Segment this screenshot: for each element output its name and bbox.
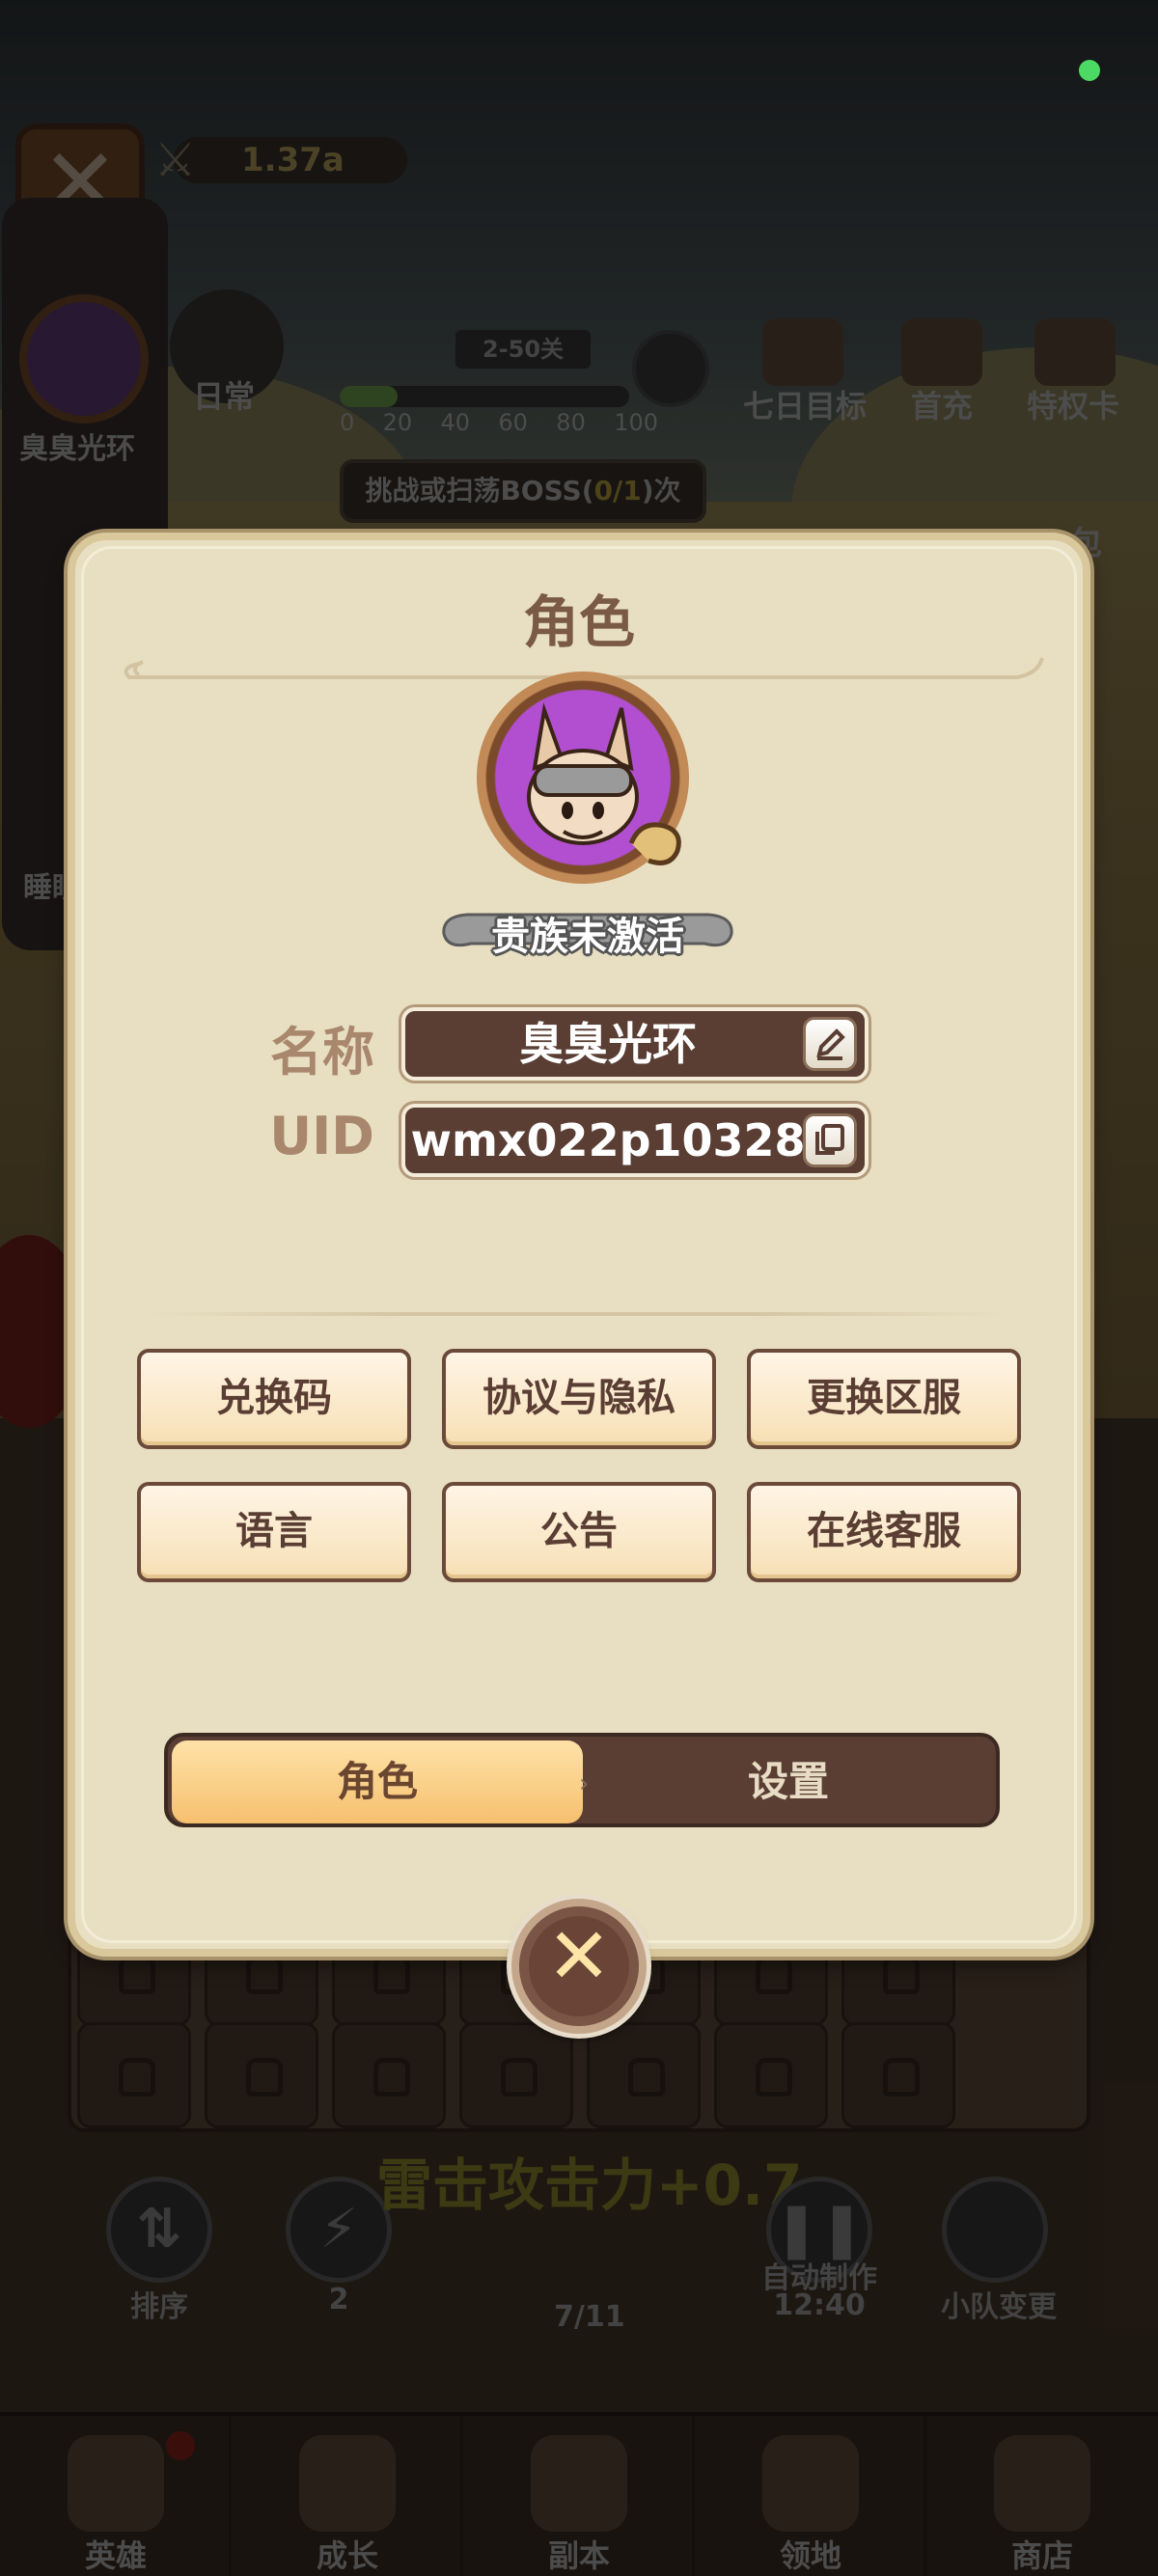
close-icon: ✕ [546, 1911, 612, 2001]
redeem-code-button[interactable]: 兑换码 [137, 1349, 411, 1449]
agreement-privacy-button[interactable]: 协议与隐私 [442, 1349, 716, 1449]
uid-field: wmx022p10328 [401, 1104, 868, 1177]
frame-ornament-icon [628, 822, 681, 865]
edit-icon [816, 1028, 845, 1060]
character-dialog: 角色 贵族未激活 名称 臭臭光环 UID wmx022p10328 兑换码 协议… [68, 533, 1090, 1957]
online-support-button[interactable]: 在线客服 [747, 1482, 1021, 1582]
dialog-title: 角色 [522, 589, 635, 655]
tab-settings[interactable]: 设置 [583, 1740, 994, 1823]
uid-label: UID [269, 1106, 374, 1166]
name-field: 臭臭光环 [401, 1007, 868, 1081]
announcement-button[interactable]: 公告 [442, 1482, 716, 1582]
name-value: 臭臭光环 [519, 1018, 697, 1070]
tab-character[interactable]: 角色 [172, 1740, 583, 1823]
name-label: 名称 [270, 1022, 374, 1082]
copy-icon [815, 1124, 844, 1155]
noble-status-badge: 贵族未激活 [438, 897, 737, 961]
dialog-close-button[interactable]: ✕ [511, 1899, 647, 2034]
uid-value: wmx022p10328 [410, 1114, 806, 1166]
change-server-button[interactable]: 更换区服 [747, 1349, 1021, 1449]
language-button[interactable]: 语言 [137, 1482, 411, 1582]
section-divider [143, 1312, 1011, 1316]
dialog-tab-bar: 角色 › 设置 [164, 1733, 1000, 1827]
edit-name-button[interactable] [803, 1017, 857, 1071]
copy-uid-button[interactable] [803, 1113, 857, 1167]
player-avatar[interactable] [477, 671, 689, 884]
status-indicator-dot [1079, 60, 1100, 81]
noble-status-text: 贵族未激活 [491, 915, 684, 959]
